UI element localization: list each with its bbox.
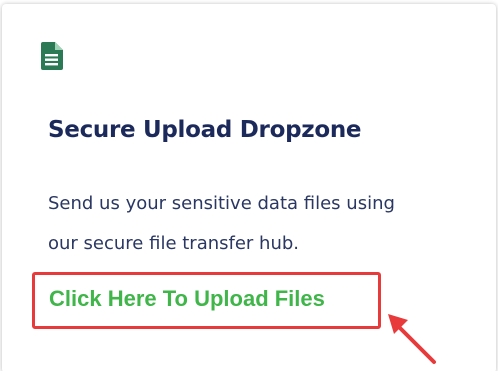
red-arrow-icon	[388, 314, 436, 364]
description-line: Send us your sensitive data files using	[48, 193, 395, 214]
card-description: Send us your sensitive data files using …	[48, 184, 468, 264]
description-line: our secure file transfer hub.	[48, 233, 300, 254]
document-icon	[41, 42, 63, 70]
page: Secure Upload Dropzone Send us your sens…	[0, 0, 498, 371]
upload-files-link[interactable]: Click Here To Upload Files	[49, 286, 325, 312]
card-title: Secure Upload Dropzone	[48, 117, 362, 143]
